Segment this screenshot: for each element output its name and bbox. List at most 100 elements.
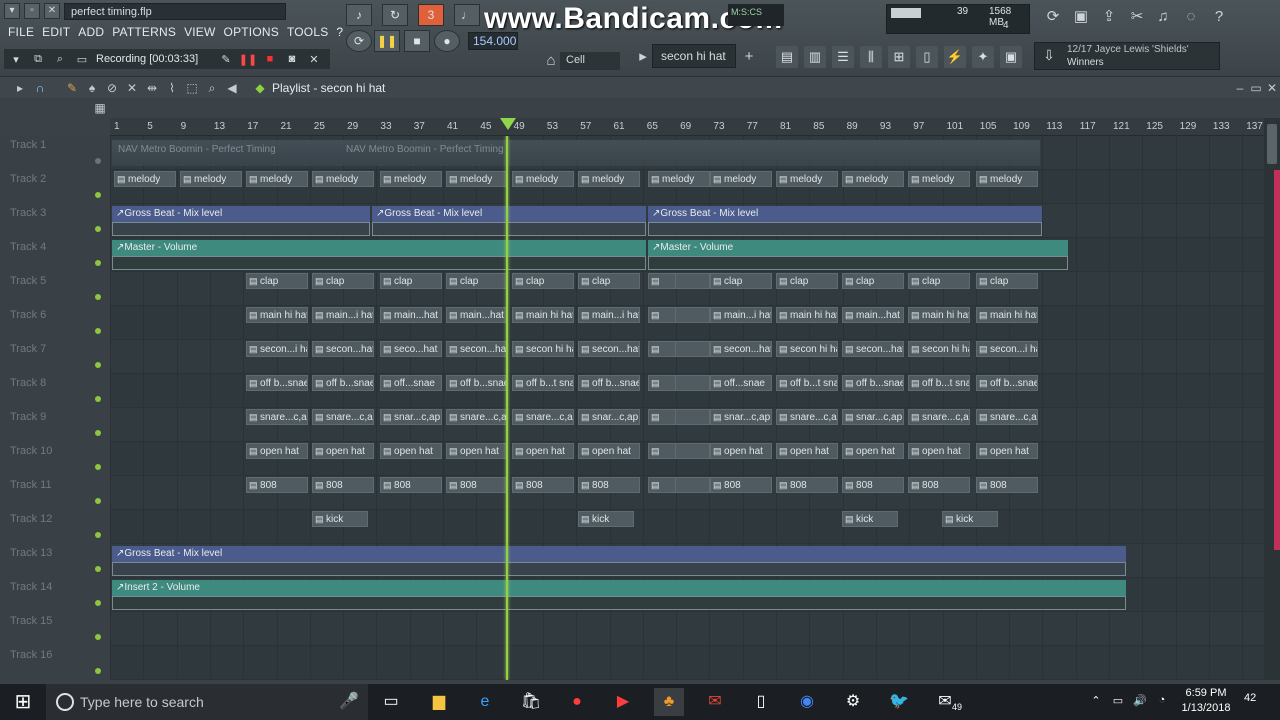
pattern-clip[interactable]: snar...c,ap — [842, 409, 904, 425]
pattern-clip[interactable]: snare...c,ap — [776, 409, 838, 425]
pattern-clip[interactable]: 808 — [776, 477, 838, 493]
channel-rack-icon[interactable]: ☰ — [832, 46, 854, 68]
track-label[interactable]: Track 10 — [10, 445, 52, 457]
window-toggle-icon[interactable]: ▣ — [1000, 46, 1022, 68]
pattern-clip[interactable]: off...snae — [710, 375, 772, 391]
record-button[interactable]: ● — [434, 30, 460, 52]
slice-icon[interactable]: ⌇ — [164, 80, 180, 96]
pattern-clip[interactable]: clap — [578, 273, 640, 289]
battery-icon[interactable]: ▭ — [1110, 694, 1126, 710]
pattern-clip[interactable]: main...i hat — [710, 307, 772, 323]
minimize-icon[interactable]: – — [1232, 80, 1248, 96]
pattern-clip[interactable]: open hat — [842, 443, 904, 459]
pattern-clip[interactable]: off...snae — [380, 375, 442, 391]
pattern-clip[interactable]: secon...i hat — [976, 341, 1038, 357]
stop-button[interactable]: ■ — [404, 30, 430, 52]
pattern-clip[interactable]: open hat — [380, 443, 442, 459]
pattern-clip[interactable]: secon...hat — [446, 341, 508, 357]
pattern-clip[interactable]: snare...c,ap — [908, 409, 970, 425]
pattern-clip[interactable]: kick — [312, 511, 368, 527]
pattern-clip[interactable]: main...hat — [380, 307, 442, 323]
pattern-clip[interactable]: clap — [512, 273, 574, 289]
chat-icon[interactable]: ◌ — [1180, 6, 1202, 28]
playback-icon[interactable]: ◀ — [224, 80, 240, 96]
download-icon[interactable]: ⇩ — [1039, 47, 1059, 67]
time-ruler[interactable]: 1 5 9 13 17 21 25 29 33 37 41 45 49 53 57 61 65 69 73 77 81 8… — [110, 118, 1264, 136]
menu-tools[interactable]: TOOLS — [283, 23, 332, 43]
menu-patterns[interactable]: PATTERNS — [108, 23, 180, 43]
track-enable-icon[interactable] — [95, 464, 101, 470]
pattern-clip[interactable]: melody — [776, 171, 838, 187]
pattern-clip[interactable]: snar...c,ap — [380, 409, 442, 425]
automation-clip[interactable]: ↗Master - Volume — [112, 240, 646, 256]
menu-edit[interactable]: EDIT — [38, 23, 74, 43]
menu-options[interactable]: OPTIONS — [220, 23, 283, 43]
mic-icon[interactable]: ♫ — [1152, 6, 1174, 28]
automation-clip[interactable]: ↗Insert 2 - Volume — [112, 580, 1126, 596]
pattern-clip[interactable]: snare...c,ap — [976, 409, 1038, 425]
pattern-clip[interactable]: main hi hat — [776, 307, 838, 323]
pattern-clip[interactable]: melody — [710, 171, 772, 187]
pattern-clip[interactable]: snar...c,ap — [578, 409, 640, 425]
pattern-clip[interactable]: open hat — [446, 443, 508, 459]
volume-icon[interactable]: 🔊 — [1132, 694, 1148, 710]
pattern-clip[interactable]: 808 — [908, 477, 970, 493]
bandicam-icon[interactable]: ● — [562, 688, 592, 716]
pattern-clip[interactable]: open hat — [776, 443, 838, 459]
youtube-icon[interactable]: ▶ — [608, 688, 638, 716]
pattern-clip[interactable]: melody — [246, 171, 308, 187]
pause-button[interactable]: ❚❚ — [374, 30, 400, 52]
track-enable-icon[interactable] — [95, 294, 101, 300]
track-label[interactable]: Track 11 — [10, 479, 52, 491]
track-label[interactable]: Track 7 — [10, 343, 46, 355]
pattern-clip[interactable]: open hat — [976, 443, 1038, 459]
pattern-clip[interactable] — [648, 341, 676, 357]
automation-clip[interactable]: ↗Gross Beat - Mix level — [648, 206, 1042, 222]
pattern-clip[interactable]: off b...t snae — [908, 375, 970, 391]
wand-icon[interactable]: ✦ — [972, 46, 994, 68]
restore-icon[interactable]: ▫ — [24, 3, 40, 19]
pattern-clip[interactable]: off b...snae — [312, 375, 374, 391]
taskbar-search[interactable]: Type here to search — [46, 684, 368, 720]
edge-icon[interactable]: e — [470, 688, 500, 716]
delete-icon[interactable]: ⊘ — [104, 80, 120, 96]
pattern-clip[interactable]: clap — [976, 273, 1038, 289]
pattern-clip[interactable]: snare...c,ap — [312, 409, 374, 425]
pattern-clip[interactable]: 808 — [380, 477, 442, 493]
pattern-clip[interactable]: melody — [976, 171, 1038, 187]
pattern-clip[interactable]: clap — [776, 273, 838, 289]
pattern-clip[interactable]: open hat — [578, 443, 640, 459]
arrow-icon[interactable]: ▾ — [8, 52, 24, 66]
track-lane[interactable] — [110, 612, 1264, 646]
file-explorer-icon[interactable]: ▆ — [424, 688, 454, 716]
audio-clip[interactable]: NAV Metro Boomin - Perfect Timing NAV Me… — [112, 140, 1040, 166]
magnet-icon[interactable]: ⌂ — [540, 50, 562, 72]
pattern-clip[interactable]: snare...c,ap — [446, 409, 508, 425]
pattern-clip[interactable]: snare...c,ap — [246, 409, 308, 425]
pattern-clip[interactable]: main...i hat — [578, 307, 640, 323]
pattern-clip[interactable]: 808 — [446, 477, 508, 493]
export-icon[interactable]: ⇪ — [1098, 6, 1120, 28]
pattern-clip[interactable]: main hi hat — [246, 307, 308, 323]
track-label[interactable]: Track 9 — [10, 411, 46, 423]
pattern-clip[interactable]: snar...c,ap — [710, 409, 772, 425]
pattern-clip[interactable]: melody — [312, 171, 374, 187]
track-enable-icon[interactable] — [95, 328, 101, 334]
track-enable-icon[interactable] — [95, 396, 101, 402]
track-enable-icon[interactable] — [95, 362, 101, 368]
pattern-clip[interactable] — [648, 307, 676, 323]
browser-icon[interactable]: ⊞ — [888, 46, 910, 68]
track-label[interactable]: Track 14 — [10, 581, 52, 593]
pattern-clip[interactable]: secon hi hat — [908, 341, 970, 357]
pattern-clip[interactable]: main hi hat — [976, 307, 1038, 323]
tray-up-icon[interactable]: ⌃ — [1088, 694, 1104, 710]
track-label[interactable]: Track 2 — [10, 173, 46, 185]
track-label[interactable]: Track 6 — [10, 309, 46, 321]
refresh-icon[interactable]: ⟳ — [1042, 6, 1064, 28]
menu-file[interactable]: FILE — [4, 23, 38, 43]
pattern-clip[interactable]: main hi hat — [908, 307, 970, 323]
track-enable-icon[interactable] — [95, 600, 101, 606]
pattern-clip[interactable]: clap — [710, 273, 772, 289]
windows-start-icon[interactable]: ⊞ — [0, 684, 46, 720]
track-label[interactable]: Track 13 — [10, 547, 52, 559]
